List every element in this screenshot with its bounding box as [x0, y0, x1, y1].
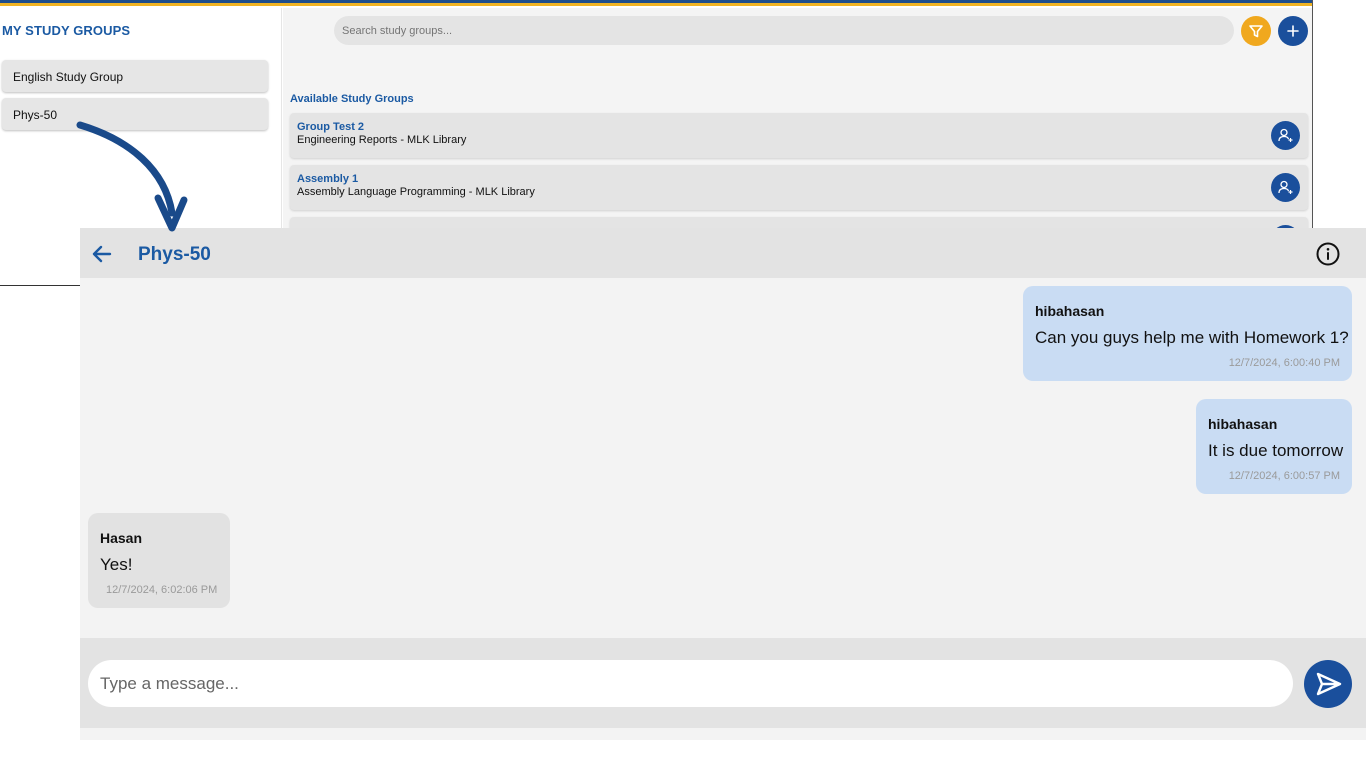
- page-border: [1312, 0, 1313, 228]
- search-input[interactable]: [334, 16, 1234, 45]
- filter-icon: [1249, 25, 1263, 38]
- sidebar-title: MY STUDY GROUPS: [2, 23, 131, 38]
- send-button[interactable]: [1304, 660, 1352, 708]
- arrow-left-icon: [92, 245, 112, 263]
- message-input[interactable]: [88, 660, 1293, 707]
- screenshot-root: MY STUDY GROUPS English Study Group Phys…: [0, 0, 1366, 768]
- group-card: Group Test 2 Engineering Reports - MLK L…: [290, 113, 1308, 158]
- chat-title: Phys-50: [138, 244, 211, 265]
- header-stripe: [0, 0, 1313, 8]
- chat-panel: Phys-50 hibahasan Can you guys help me w…: [80, 228, 1366, 740]
- message-timestamp: 12/7/2024, 6:00:40 PM: [1228, 357, 1340, 369]
- group-name: Assembly 1: [297, 173, 359, 185]
- message-sender: hibahasan: [1208, 416, 1278, 432]
- send-icon: [1316, 672, 1342, 696]
- message-timestamp: 12/7/2024, 6:02:06 PM: [106, 584, 218, 596]
- sidebar-item-english-study-group[interactable]: English Study Group: [2, 60, 268, 92]
- group-name: Group Test 2: [297, 121, 365, 133]
- add-group-button[interactable]: [1278, 16, 1308, 46]
- available-groups-title: Available Study Groups: [290, 93, 414, 105]
- message-bubble: hibahasan Can you guys help me with Home…: [1023, 286, 1352, 381]
- group-description: Assembly Language Programming - MLK Libr…: [297, 186, 535, 198]
- filter-button[interactable]: [1241, 16, 1271, 46]
- join-group-button[interactable]: [1271, 121, 1300, 150]
- message-text: Can you guys help me with Homework 1?: [1035, 328, 1349, 347]
- message-text: It is due tomorrow: [1208, 441, 1344, 460]
- message-sender: hibahasan: [1035, 303, 1105, 319]
- message-timestamp: 12/7/2024, 6:00:57 PM: [1228, 470, 1340, 482]
- add-user-icon: [1278, 180, 1293, 194]
- info-icon: [1316, 242, 1340, 266]
- back-button[interactable]: [90, 242, 114, 266]
- message-composer: [80, 638, 1366, 728]
- message-bubble: Hasan Yes! 12/7/2024, 6:02:06 PM: [88, 513, 230, 608]
- sidebar-item-phys-50[interactable]: Phys-50: [2, 98, 268, 130]
- chat-header: Phys-50: [80, 228, 1366, 278]
- message-text: Yes!: [100, 555, 133, 574]
- message-bubble: hibahasan It is due tomorrow 12/7/2024, …: [1196, 399, 1352, 494]
- divider: [0, 285, 82, 286]
- plus-icon: [1287, 25, 1299, 37]
- join-group-button[interactable]: [1271, 173, 1300, 202]
- group-card: Assembly 1 Assembly Language Programming…: [290, 165, 1308, 210]
- message-sender: Hasan: [100, 530, 143, 546]
- group-description: Engineering Reports - MLK Library: [297, 134, 467, 146]
- info-button[interactable]: [1315, 241, 1341, 267]
- add-user-icon: [1278, 128, 1293, 142]
